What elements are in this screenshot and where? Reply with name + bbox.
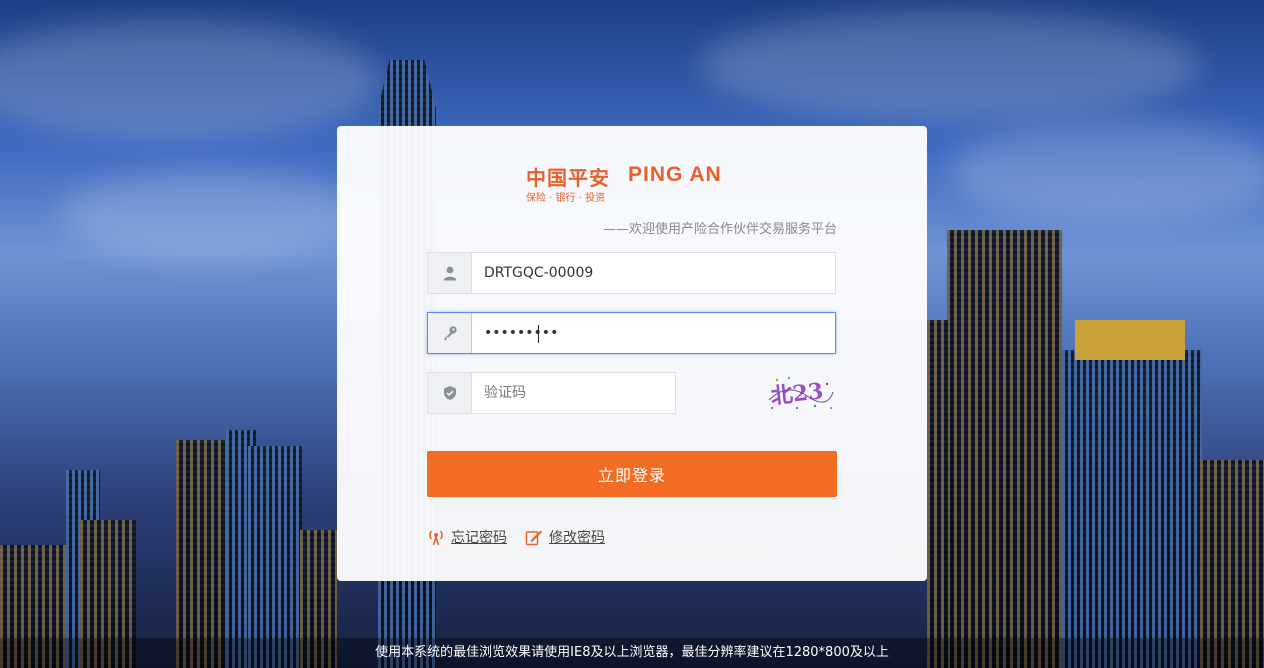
forgot-password-link[interactable]: 忘记密码 — [427, 527, 507, 547]
forgot-password-label: 忘记密码 — [451, 530, 507, 546]
welcome-subtitle: ——欢迎使用产险合作伙伴交易服务平台 — [602, 222, 837, 237]
change-password-label: 修改密码 — [549, 530, 605, 546]
key-icon — [428, 313, 472, 353]
edit-icon — [525, 528, 543, 546]
logo-chinese-text: 中国平安 — [526, 166, 610, 190]
change-password-link[interactable]: 修改密码 — [525, 527, 605, 547]
captcha-field — [427, 372, 676, 414]
text-caret — [538, 325, 539, 343]
logo-english-text: PING AN — [628, 163, 722, 186]
user-icon — [428, 253, 472, 293]
logo-tagline: 保险 · 银行 · 投资 — [526, 193, 606, 204]
shield-icon — [428, 373, 472, 413]
login-button[interactable]: 立即登录 — [427, 451, 837, 497]
captcha-text: 北23 — [770, 378, 825, 409]
password-input[interactable] — [472, 313, 835, 353]
browser-notice: 使用本系统的最佳浏览效果请使用IE8及以上浏览器，最佳分辨率建议在1280*80… — [0, 638, 1264, 668]
captcha-input[interactable] — [472, 373, 675, 413]
username-input[interactable] — [472, 253, 835, 293]
broadcast-icon — [427, 528, 445, 546]
login-card: 中国平安 PING AN 保险 · 银行 · 投资 ——欢迎使用产险合作伙伴交易… — [337, 126, 927, 581]
pingan-logo: 中国平安 PING AN 保险 · 银行 · 投资 — [526, 162, 736, 204]
username-field — [427, 252, 836, 294]
password-field — [427, 312, 836, 354]
captcha-image[interactable]: 北23 — [767, 372, 835, 412]
